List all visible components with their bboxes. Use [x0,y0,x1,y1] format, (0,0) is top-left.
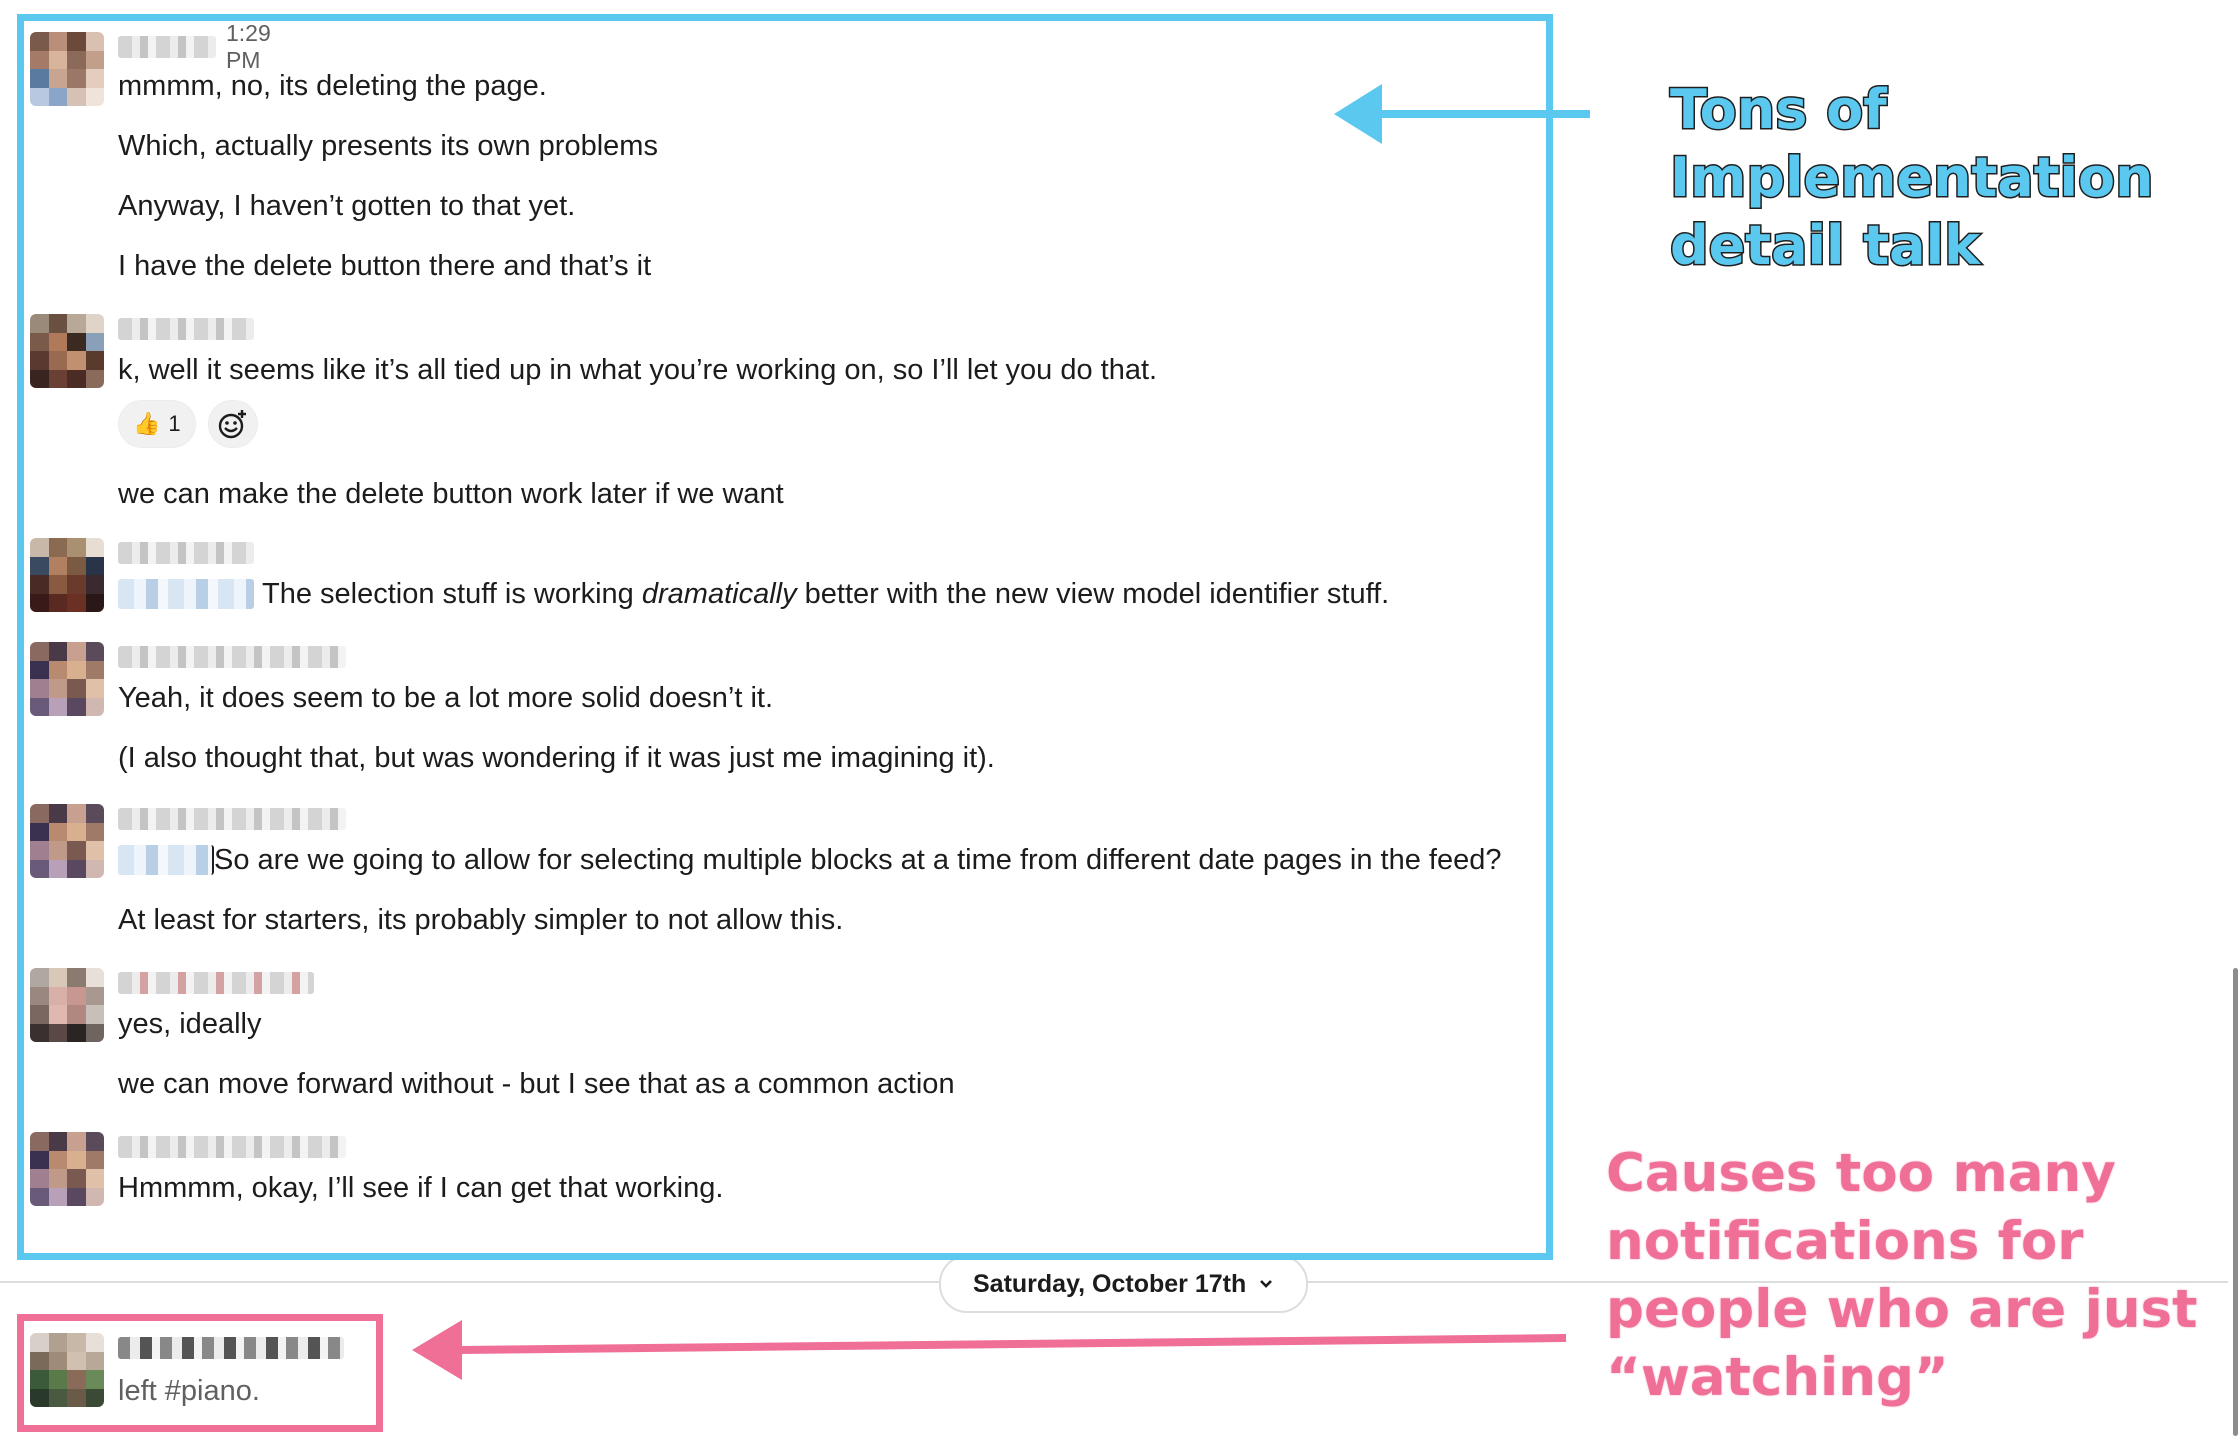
chevron-down-icon [1260,1280,1273,1288]
scrollbar[interactable] [2233,968,2238,1436]
annotation-implementation-talk: Tons of Implementation detail talk [1669,77,2156,279]
blue-highlight-box [17,14,1553,1260]
pink-highlight-box [17,1314,383,1432]
date-label: Saturday, October 17th [973,1269,1247,1298]
annotation-too-many-notifications: Causes too many notifications for people… [1605,1142,2199,1410]
date-divider-button[interactable]: Saturday, October 17th [939,1255,1309,1313]
